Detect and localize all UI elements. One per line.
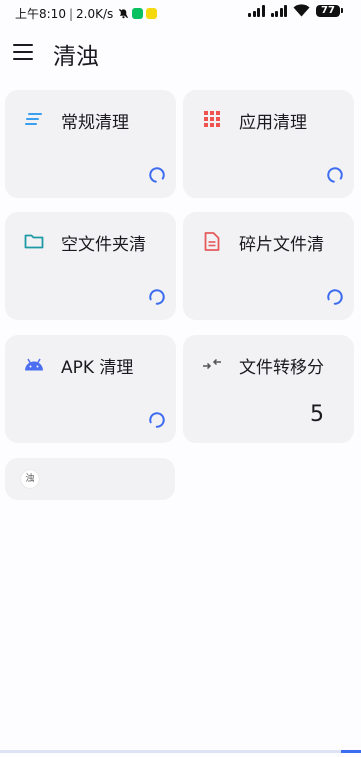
status-net-speed: 2.0K/s (76, 6, 114, 21)
android-icon (23, 353, 45, 375)
bottom-progress-indicator (341, 750, 361, 753)
app-badge-card[interactable]: 浊 (5, 458, 175, 500)
card-fragment-file-clean[interactable]: 碎片文件清 (183, 212, 354, 320)
page-title: 清浊 (53, 44, 99, 70)
card-file-transfer[interactable]: 文件转移分 5 (183, 335, 354, 443)
card-label: 空文件夹清 (61, 235, 146, 255)
loading-spinner (327, 289, 343, 305)
loading-spinner (149, 167, 165, 183)
mute-icon (118, 8, 129, 19)
status-separator: | (68, 6, 73, 21)
grid-icon (201, 108, 223, 130)
app-logo-icon: 浊 (21, 470, 39, 488)
battery-level: 77 (316, 4, 340, 17)
wechat-icon (132, 8, 144, 19)
bottom-progress-track (0, 750, 361, 753)
status-left: 上午8:10 | 2.0K/s (15, 5, 158, 22)
card-apk-clean[interactable]: APK 清理 (5, 335, 176, 443)
status-time: 上午8:10 (15, 7, 66, 21)
card-empty-folder-clean[interactable]: 空文件夹清 (5, 212, 176, 320)
signal-icon-2 (270, 4, 287, 17)
loading-spinner (149, 289, 165, 305)
signal-icon (248, 4, 265, 17)
card-label: 文件转移分 (239, 358, 324, 378)
card-label: 应用清理 (239, 113, 307, 133)
lines-icon (23, 108, 45, 130)
transfer-icon (201, 353, 223, 375)
top-app-bar: 清浊 (0, 32, 361, 76)
file-count-value: 5 (310, 402, 324, 427)
card-regular-clean[interactable]: 常规清理 (5, 90, 176, 198)
status-right: 77 (248, 4, 343, 17)
status-bar: 上午8:10 | 2.0K/s 77 (0, 0, 361, 26)
menu-icon[interactable] (13, 44, 33, 60)
battery-tip (341, 8, 343, 13)
document-icon (201, 230, 223, 252)
notification-app-icon (146, 8, 158, 19)
card-label: 碎片文件清 (239, 235, 324, 255)
loading-spinner (327, 167, 343, 183)
wifi-icon (293, 4, 310, 17)
card-label: 常规清理 (61, 113, 129, 133)
battery-icon: 77 (316, 4, 343, 17)
loading-spinner (149, 412, 165, 428)
card-label: APK 清理 (61, 358, 134, 378)
folder-icon (23, 230, 45, 252)
card-app-clean[interactable]: 应用清理 (183, 90, 354, 198)
